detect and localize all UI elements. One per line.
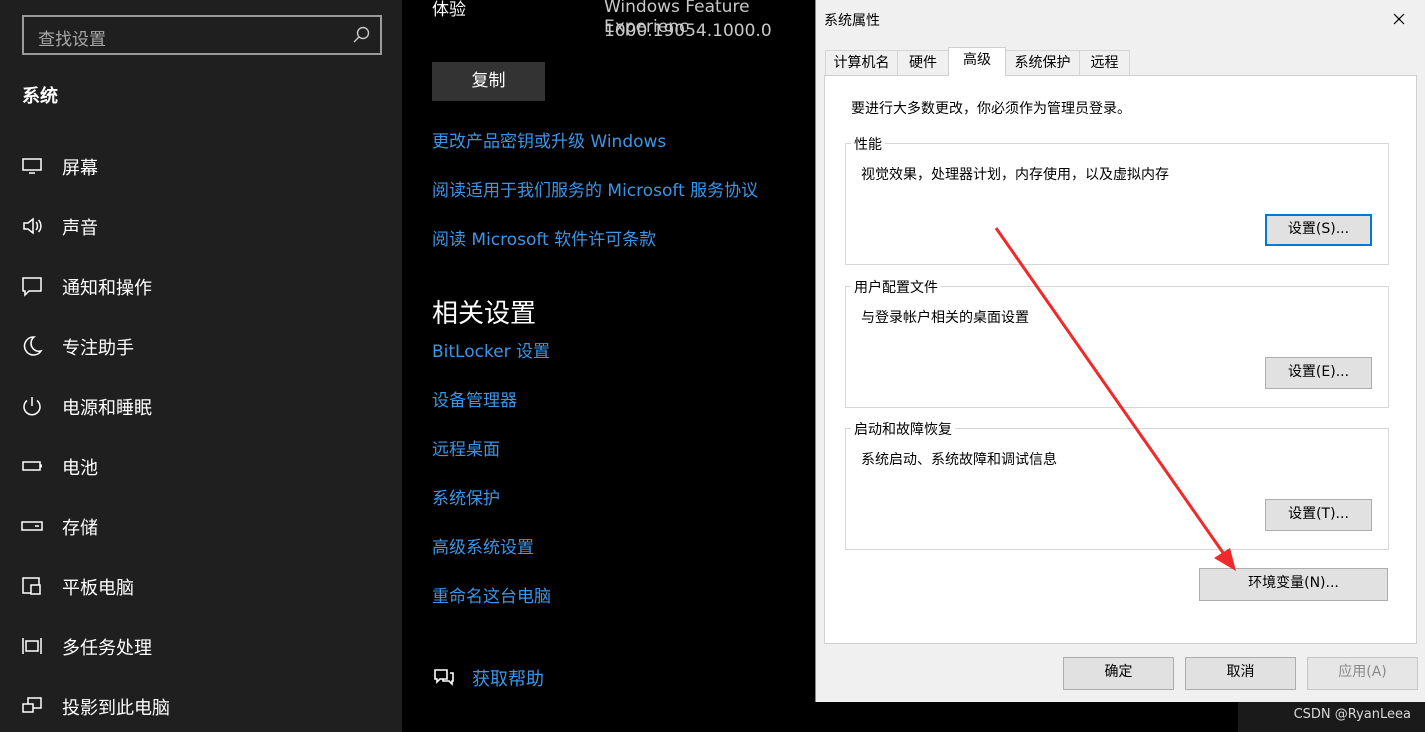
version-value: 1000.19054.1000.0 — [604, 21, 772, 41]
startup-recovery-group: 启动和故障恢复 系统启动、系统故障和调试信息 设置(T)... — [845, 419, 1389, 550]
advanced-tab-panel: 要进行大多数更改，你必须作为管理员登录。 性能 视觉效果，处理器计划，内存使用，… — [824, 75, 1417, 644]
notification-icon — [22, 277, 42, 297]
tab-remote[interactable]: 远程 — [1079, 50, 1130, 75]
advanced-system-settings-link[interactable]: 高级系统设置 — [432, 533, 534, 558]
power-icon — [23, 397, 41, 416]
dialog-title: 系统属性 — [824, 13, 880, 29]
performance-group: 性能 视觉效果，处理器计划，内存使用，以及虚拟内存 设置(S)... — [845, 134, 1389, 265]
sidebar-item-label: 专注助手 — [62, 338, 134, 359]
user-profiles-settings-button[interactable]: 设置(E)... — [1265, 357, 1372, 389]
sidebar-item-label: 多任务处理 — [62, 638, 152, 659]
apply-button[interactable]: 应用(A) — [1307, 657, 1418, 690]
multitasking-icon — [22, 638, 42, 654]
group-title: 用户配置文件 — [851, 277, 941, 297]
monitor-icon — [22, 158, 42, 174]
sidebar-item-notifications[interactable]: 通知和操作 — [0, 264, 402, 308]
sidebar-item-project-to-pc[interactable]: 投影到此电脑 — [0, 684, 402, 728]
tab-system-protection[interactable]: 系统保护 — [1005, 50, 1080, 75]
settings-sidebar: 查找设置 系统 屏幕 声音 通知和操作 专注助手 电源和睡眠 电池 存储 平板电… — [0, 0, 402, 732]
cancel-button[interactable]: 取消 — [1185, 657, 1296, 690]
moon-icon — [23, 336, 43, 356]
copy-button[interactable]: 复制 — [432, 62, 545, 101]
close-icon[interactable] — [1384, 6, 1414, 32]
search-icon — [353, 26, 370, 43]
page-title: 系统 — [22, 86, 58, 107]
change-product-key-link[interactable]: 更改产品密钥或升级 Windows — [432, 127, 666, 152]
storage-icon — [21, 521, 43, 531]
experience-label: 体验 — [432, 0, 466, 20]
group-description: 与登录帐户相关的桌面设置 — [861, 310, 1029, 326]
sidebar-item-label: 通知和操作 — [62, 278, 152, 299]
speaker-icon — [23, 217, 42, 235]
performance-settings-button[interactable]: 设置(S)... — [1265, 214, 1372, 246]
sidebar-item-multitasking[interactable]: 多任务处理 — [0, 624, 402, 668]
get-help-label: 获取帮助 — [472, 669, 544, 690]
license-terms-link[interactable]: 阅读 Microsoft 软件许可条款 — [432, 225, 656, 250]
ok-button[interactable]: 确定 — [1063, 657, 1174, 690]
project-icon — [22, 697, 42, 713]
admin-note: 要进行大多数更改，你必须作为管理员登录。 — [851, 101, 1131, 117]
settings-content: 体验 Windows Feature Experienc 1000.19054.… — [402, 0, 815, 732]
group-title: 性能 — [851, 134, 885, 154]
sidebar-item-label: 投影到此电脑 — [62, 698, 170, 719]
sidebar-item-label: 存储 — [62, 518, 98, 539]
sidebar-item-power-sleep[interactable]: 电源和睡眠 — [0, 384, 402, 428]
group-title: 启动和故障恢复 — [851, 419, 955, 439]
system-protection-link[interactable]: 系统保护 — [432, 484, 500, 509]
watermark: CSDN @RyanLeea — [1238, 702, 1425, 732]
sidebar-item-label: 声音 — [62, 218, 98, 239]
sidebar-item-storage[interactable]: 存储 — [0, 504, 402, 548]
group-description: 视觉效果，处理器计划，内存使用，以及虚拟内存 — [861, 167, 1169, 183]
sidebar-item-label: 电池 — [62, 458, 98, 479]
system-properties-dialog: 系统属性 计算机名 硬件 高级 系统保护 远程 要进行大多数更改，你必须作为管理… — [815, 0, 1425, 702]
group-description: 系统启动、系统故障和调试信息 — [861, 452, 1057, 468]
tablet-icon — [22, 577, 41, 595]
tab-advanced[interactable]: 高级 — [948, 47, 1006, 76]
sidebar-item-sound[interactable]: 声音 — [0, 204, 402, 248]
battery-icon — [22, 461, 42, 471]
search-input[interactable]: 查找设置 — [22, 15, 382, 55]
user-profiles-group: 用户配置文件 与登录帐户相关的桌面设置 设置(E)... — [845, 277, 1389, 408]
sidebar-item-tablet[interactable]: 平板电脑 — [0, 564, 402, 608]
sidebar-item-label: 平板电脑 — [62, 578, 134, 599]
rename-pc-link[interactable]: 重命名这台电脑 — [432, 582, 551, 607]
startup-recovery-settings-button[interactable]: 设置(T)... — [1265, 499, 1372, 531]
related-settings-title: 相关设置 — [432, 299, 537, 329]
tab-hardware[interactable]: 硬件 — [897, 50, 949, 75]
device-manager-link[interactable]: 设备管理器 — [432, 386, 517, 411]
tab-computer-name[interactable]: 计算机名 — [825, 50, 898, 75]
sidebar-item-display[interactable]: 屏幕 — [0, 144, 402, 188]
sidebar-item-label: 电源和睡眠 — [62, 398, 152, 419]
sidebar-item-battery[interactable]: 电池 — [0, 444, 402, 488]
remote-desktop-link[interactable]: 远程桌面 — [432, 435, 500, 460]
sidebar-item-label: 屏幕 — [62, 158, 98, 179]
sidebar-item-focus-assist[interactable]: 专注助手 — [0, 324, 402, 368]
environment-variables-button[interactable]: 环境变量(N)... — [1199, 568, 1388, 601]
search-placeholder: 查找设置 — [38, 30, 106, 50]
help-chat-icon — [434, 669, 454, 686]
services-agreement-link[interactable]: 阅读适用于我们服务的 Microsoft 服务协议 — [432, 176, 758, 201]
bitlocker-settings-link[interactable]: BitLocker 设置 — [432, 337, 550, 362]
